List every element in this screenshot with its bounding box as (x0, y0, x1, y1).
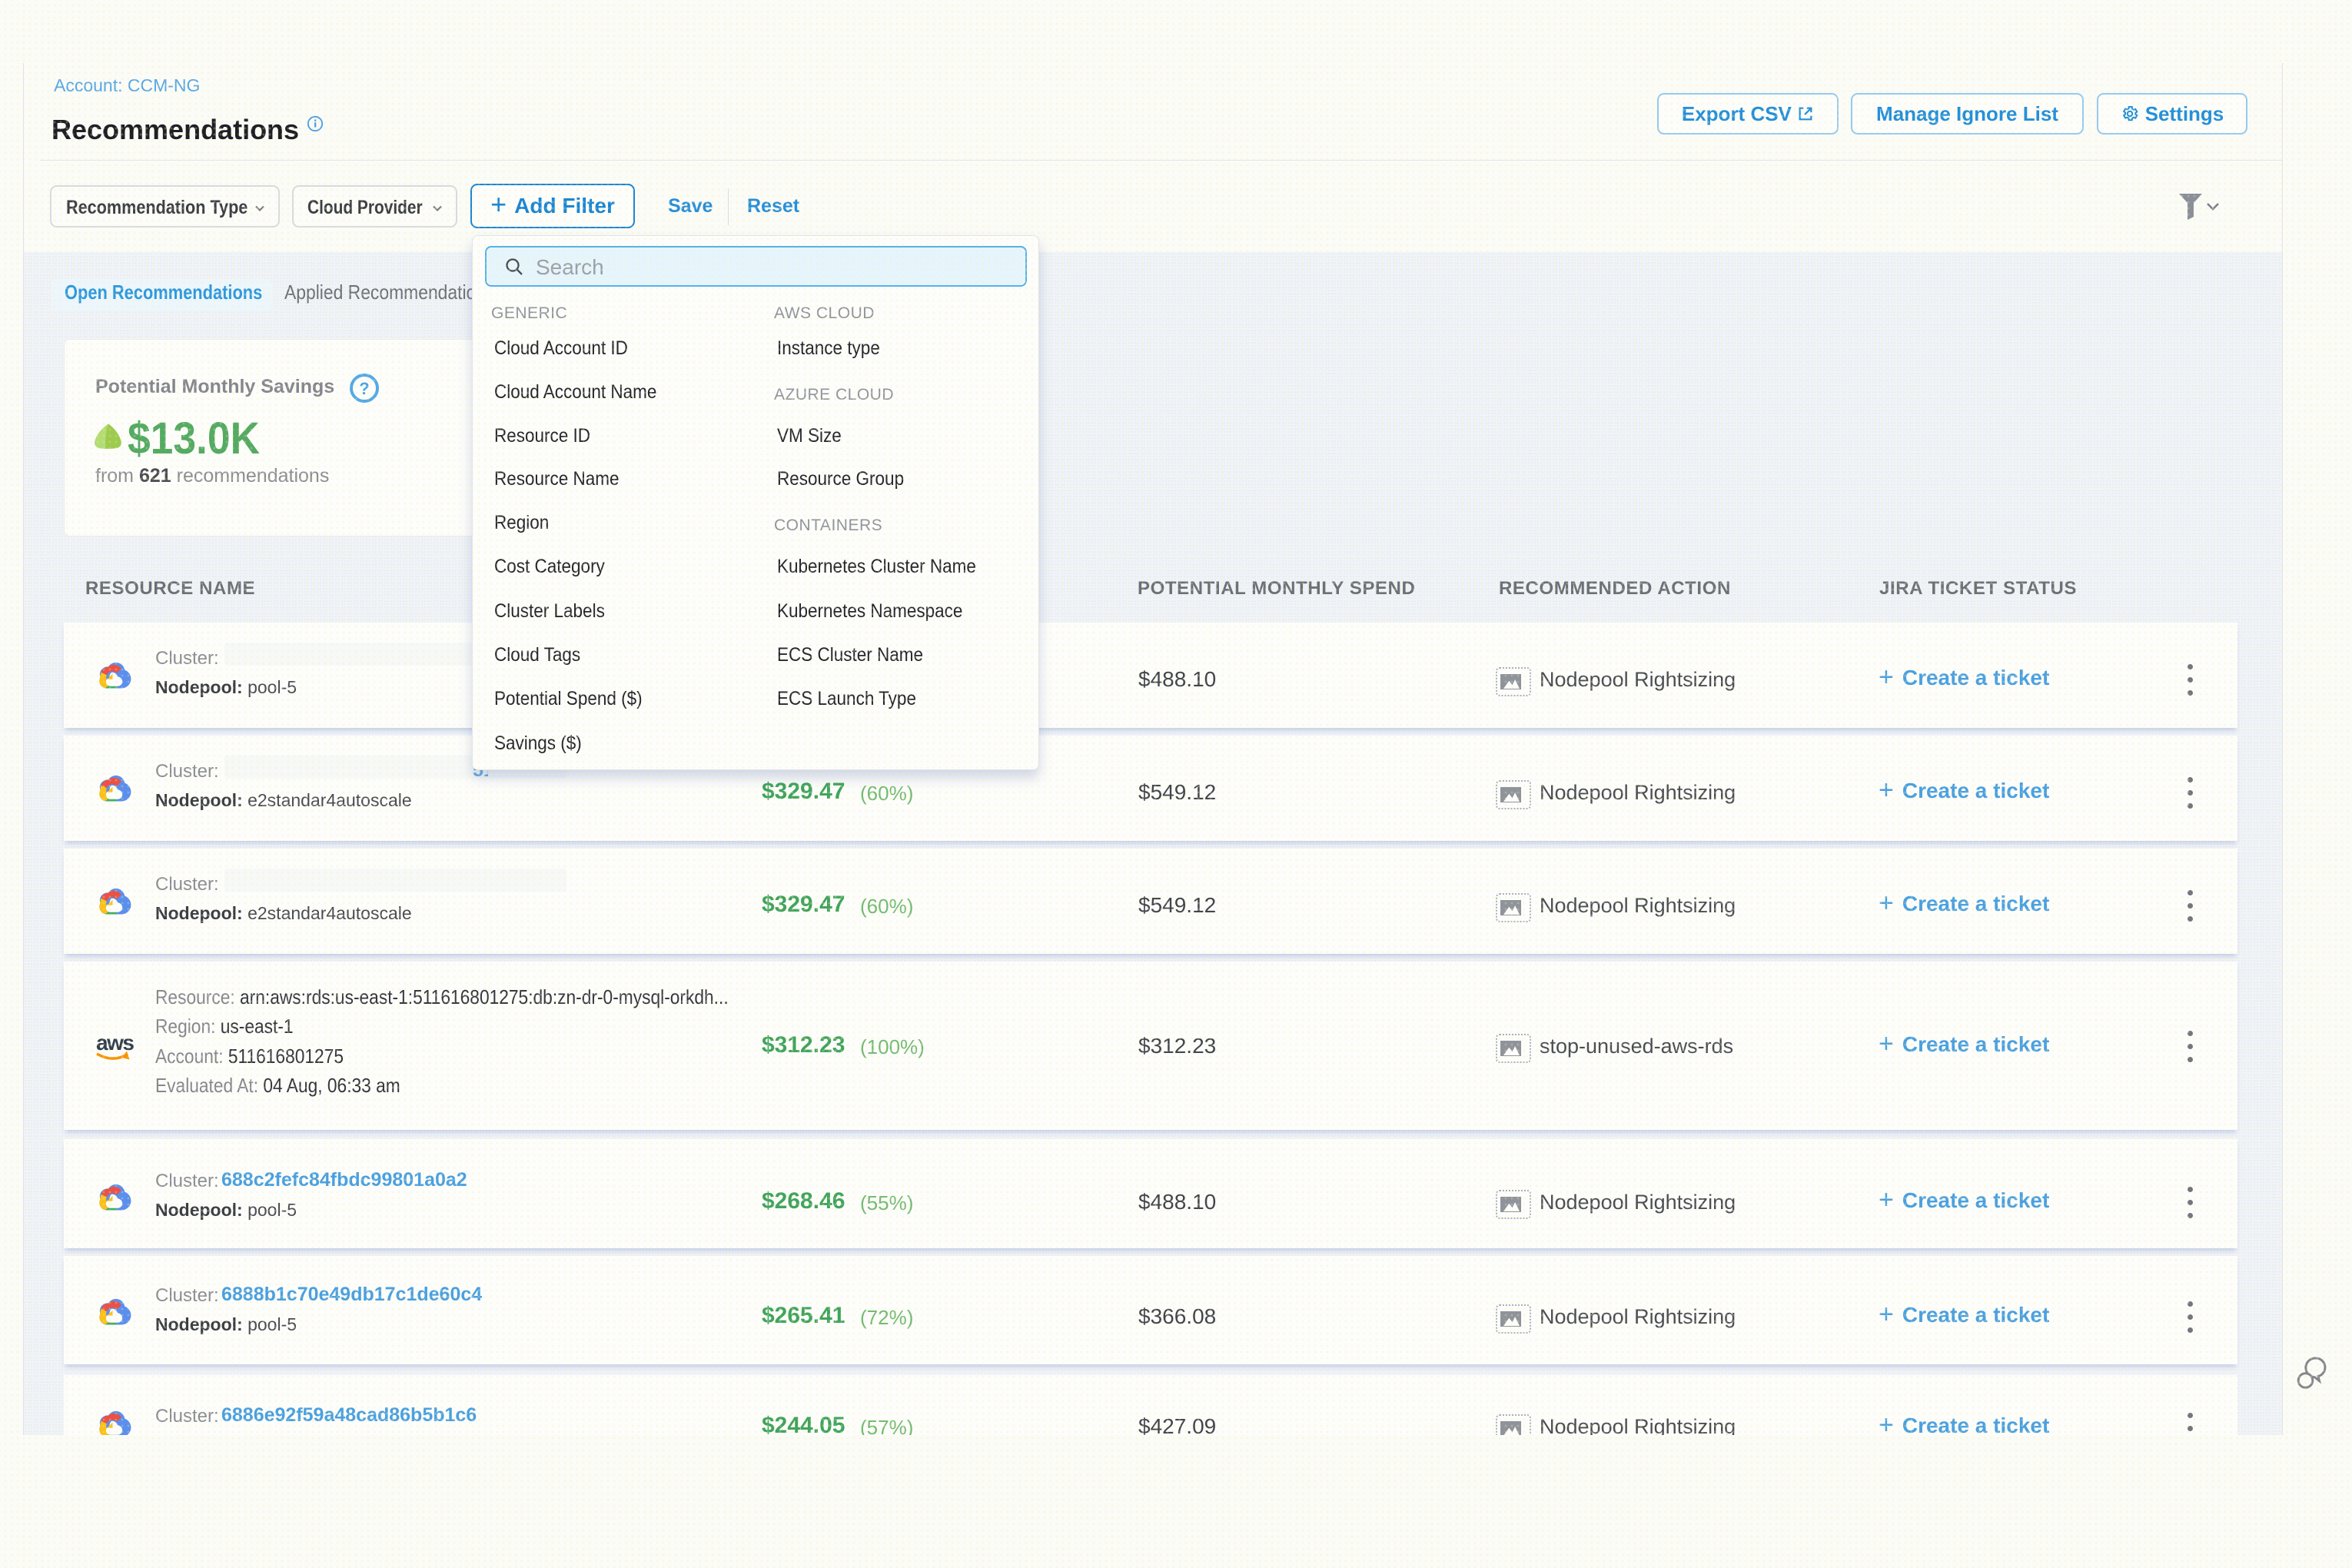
svg-text:aws: aws (96, 1031, 134, 1055)
svg-text:?: ? (359, 379, 369, 398)
